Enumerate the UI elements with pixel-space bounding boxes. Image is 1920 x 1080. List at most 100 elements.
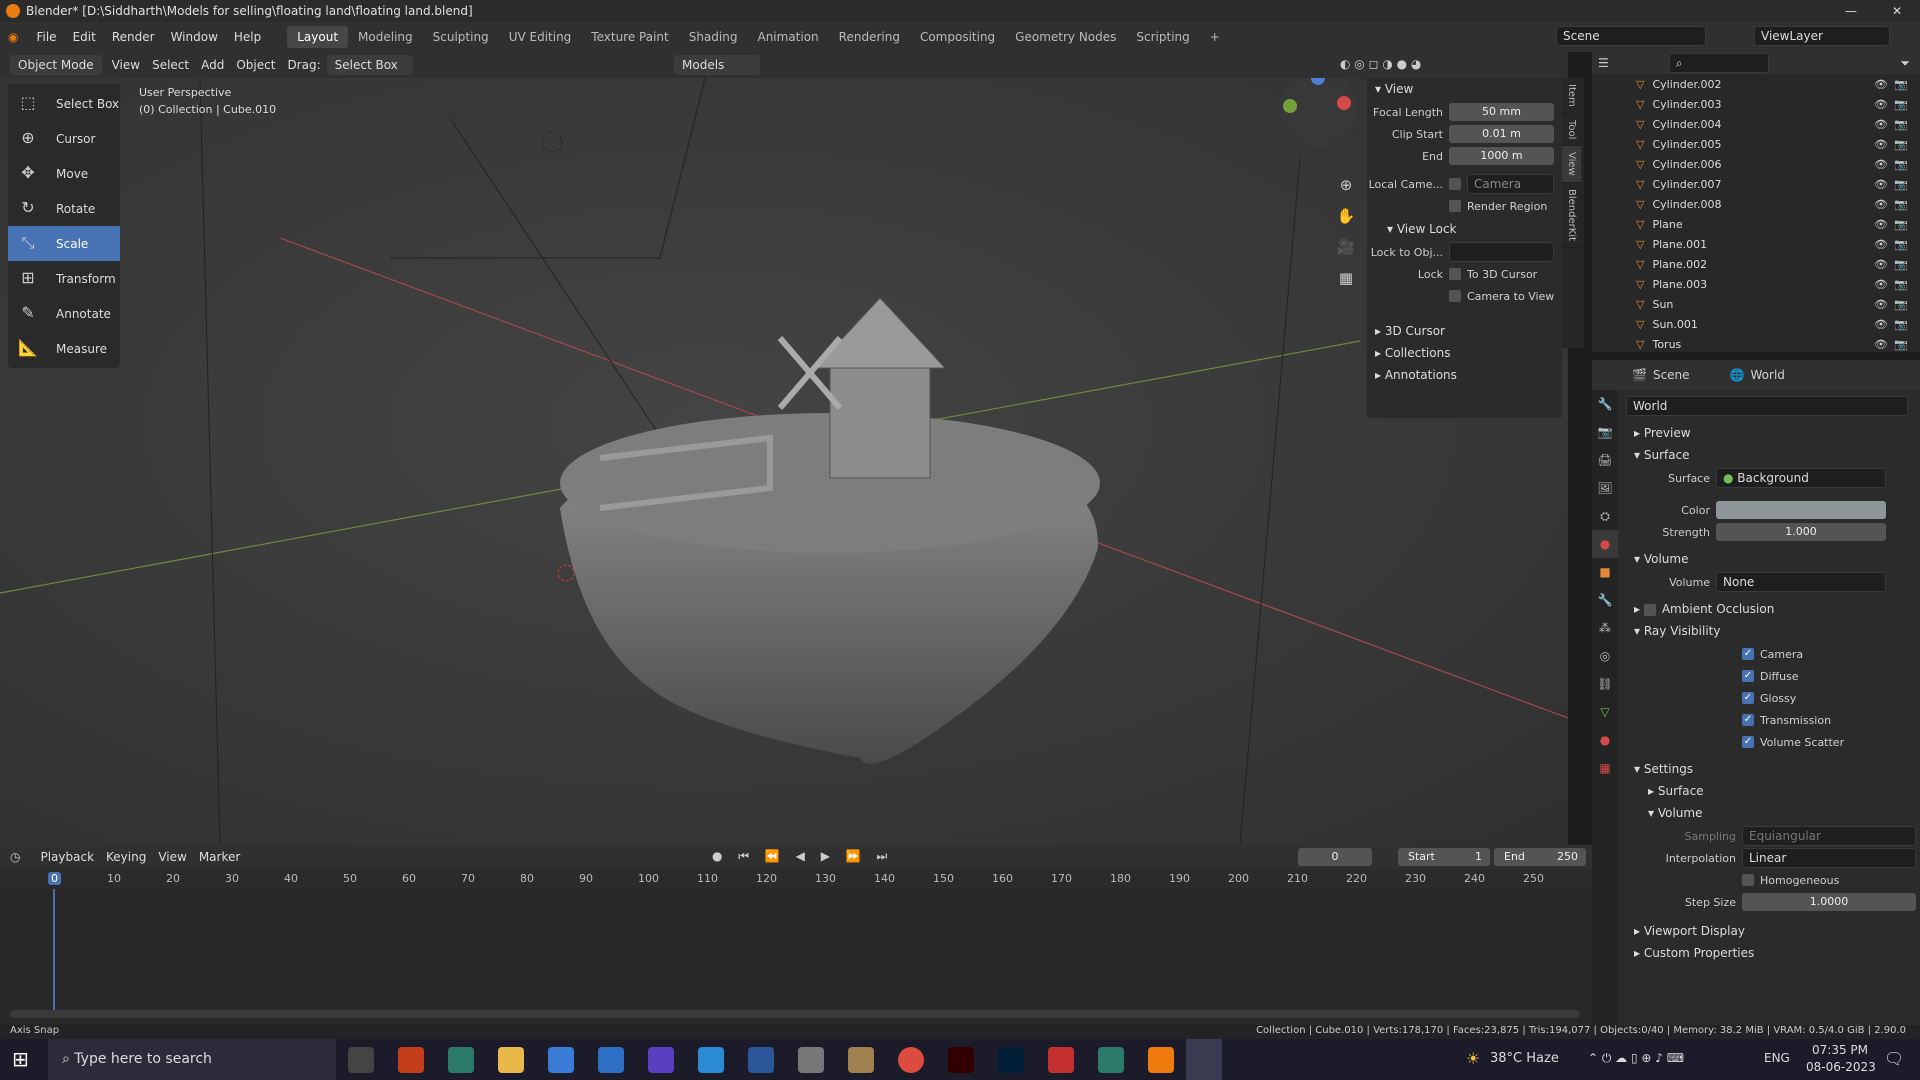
workspace-tab-compositing[interactable]: Compositing [910,26,1005,48]
render-camera-icon[interactable]: 📷 [1894,278,1908,291]
render-camera-icon[interactable]: 📷 [1894,138,1908,151]
timeline-ruler[interactable]: 0 10 20 30 40 50 60 70 80 90 100 110 120 130 140 150 160… [0,869,1592,889]
menu-object[interactable]: Object [230,58,281,72]
visibility-eye-icon[interactable]: 👁 [1874,198,1888,211]
app-icon-3[interactable] [848,1047,874,1073]
world-datablock-field[interactable]: World [1626,396,1908,416]
clip-start-field[interactable]: 0.01 m [1449,125,1554,143]
menu-render[interactable]: Render [104,30,163,44]
workspace-tab-modeling[interactable]: Modeling [348,26,423,48]
current-frame-field[interactable]: 0 [1298,848,1372,866]
ambient-occlusion-section[interactable]: ▸ Ambient Occlusion [1626,598,1916,620]
tool-cursor[interactable]: ⊕ Cursor [8,121,120,156]
workspace-tab-layout[interactable]: Layout [287,26,349,48]
language-indicator[interactable]: ENG [1764,1051,1790,1065]
tool-move[interactable]: ✥ Move [8,156,120,191]
taskbar-search-box[interactable]: ⌕ Type here to search [48,1039,336,1080]
lock-3d-cursor-checkbox[interactable] [1449,268,1461,280]
filter-icon[interactable]: ⏷ [1900,56,1910,71]
tool-rotate[interactable]: ↻ Rotate [8,191,120,226]
render-camera-icon[interactable]: 📷 [1894,118,1908,131]
render-props-icon[interactable]: 📷 [1592,418,1618,446]
texture-props-icon[interactable]: ▦ [1592,754,1618,782]
timeline-menu-keying[interactable]: Keying [100,850,152,864]
workspace-tab-rendering[interactable]: Rendering [829,26,910,48]
viewport-display-section[interactable]: ▸ Viewport Display [1626,920,1916,942]
surface-section[interactable]: ▾ Surface [1626,444,1916,466]
tool-annotate[interactable]: ✎ Annotate [8,296,120,331]
tool-transform[interactable]: ⊞ Transform [8,261,120,296]
outliner-item[interactable]: ▽ Cylinder.002 👁 📷 [1592,74,1920,94]
menu-file[interactable]: File [28,30,64,44]
render-camera-icon[interactable]: 📷 [1894,98,1908,111]
render-camera-icon[interactable]: 📷 [1894,318,1908,331]
app-icon-2[interactable] [798,1047,824,1073]
photoshop-icon[interactable] [998,1047,1024,1073]
add-workspace-icon[interactable]: + [1200,26,1230,48]
tab-tool[interactable]: Tool [1562,114,1581,147]
tool-measure[interactable]: 📐 Measure [8,331,120,366]
render-camera-icon[interactable]: 📷 [1894,218,1908,231]
tab-view[interactable]: View [1562,146,1581,183]
output-props-icon[interactable]: 🖨 [1592,446,1618,474]
tab-item[interactable]: Item [1562,78,1581,114]
tool-props-icon[interactable]: 🔧 [1592,390,1618,418]
weather-text[interactable]: 38°C Haze [1490,1051,1559,1066]
preview-section[interactable]: ▸ Preview [1626,422,1916,444]
visibility-eye-icon[interactable]: 👁 [1874,218,1888,231]
object-props-icon[interactable]: ■ [1592,558,1618,586]
focal-length-field[interactable]: 50 mm [1449,103,1554,121]
outliner-item[interactable]: ▽ Cylinder.003 👁 📷 [1592,94,1920,114]
viewport-shading-icons[interactable]: ◐ ◎ ◻ ◑ ● ◕ [1340,57,1421,71]
render-camera-icon[interactable]: 📷 [1894,298,1908,311]
settings-volume-subsection[interactable]: ▾ Volume [1626,802,1916,824]
visibility-eye-icon[interactable]: 👁 [1874,98,1888,111]
notification-icon[interactable]: 🗨 [1884,1049,1904,1068]
physics-props-icon[interactable]: ◎ [1592,642,1618,670]
ray-visibility-checkbox[interactable]: ✓ [1742,736,1754,748]
clock-date[interactable]: 08-06-2023 [1806,1060,1876,1074]
collections-section[interactable]: ▸ Collections [1367,342,1562,364]
clock-time[interactable]: 07:35 PM [1812,1043,1868,1057]
media-player-icon[interactable] [648,1047,674,1073]
visibility-eye-icon[interactable]: 👁 [1874,258,1888,271]
homogeneous-checkbox[interactable] [1742,874,1754,886]
visibility-eye-icon[interactable]: 👁 [1874,238,1888,251]
volume-section[interactable]: ▾ Volume [1626,548,1916,570]
menu-view[interactable]: View [106,58,146,72]
ray-visibility-checkbox[interactable]: ✓ [1742,692,1754,704]
view-section-header[interactable]: ▾ View [1367,78,1562,100]
illustrator-icon[interactable] [948,1047,974,1073]
visibility-eye-icon[interactable]: 👁 [1874,178,1888,191]
outliner-search-input[interactable]: ⌕ [1668,53,1769,73]
constraints-props-icon[interactable]: ⛓ [1592,670,1618,698]
file-explorer-icon[interactable] [498,1047,524,1073]
render-camera-icon[interactable]: 📷 [1894,338,1908,351]
scene-props-icon[interactable]: ⛭ [1592,502,1618,530]
lock-to-object-field[interactable] [1449,242,1554,262]
outliner-item[interactable]: ▽ Cylinder.004 👁 📷 [1592,114,1920,134]
app-icon[interactable] [698,1047,724,1073]
store-icon[interactable] [598,1047,624,1073]
properties-tab-world[interactable]: World [1751,368,1785,382]
annotations-section[interactable]: ▸ Annotations [1367,364,1562,386]
blender-menu-icon[interactable]: ◉ [8,30,18,44]
settings-section[interactable]: ▾ Settings [1626,758,1916,780]
view-layer-props-icon[interactable]: 🖼 [1592,474,1618,502]
surface-shader-field[interactable]: ● Background [1716,468,1886,488]
playhead[interactable] [53,889,55,1015]
render-camera-icon[interactable]: 📷 [1894,258,1908,271]
outliner-item[interactable]: ▽ Plane.002 👁 📷 [1592,254,1920,274]
settings-surface-subsection[interactable]: ▸ Surface [1626,780,1916,802]
calculator-icon[interactable] [548,1047,574,1073]
tool-select-box[interactable]: ⬚ Select Box [8,86,120,121]
3d-cursor-section[interactable]: ▸ 3D Cursor [1367,320,1562,342]
volume-shader-field[interactable]: None [1716,572,1886,592]
properties-tab-scene[interactable]: Scene [1653,368,1690,382]
3d-viewport[interactable]: User Perspective (0) Collection | Cube.0… [0,78,1568,845]
outliner-item[interactable]: ▽ Cylinder.006 👁 📷 [1592,154,1920,174]
visibility-eye-icon[interactable]: 👁 [1874,158,1888,171]
workspace-tab-geometry-nodes[interactable]: Geometry Nodes [1005,26,1126,48]
minimize-button[interactable]: — [1828,0,1874,22]
local-camera-field[interactable]: Camera [1467,174,1554,194]
